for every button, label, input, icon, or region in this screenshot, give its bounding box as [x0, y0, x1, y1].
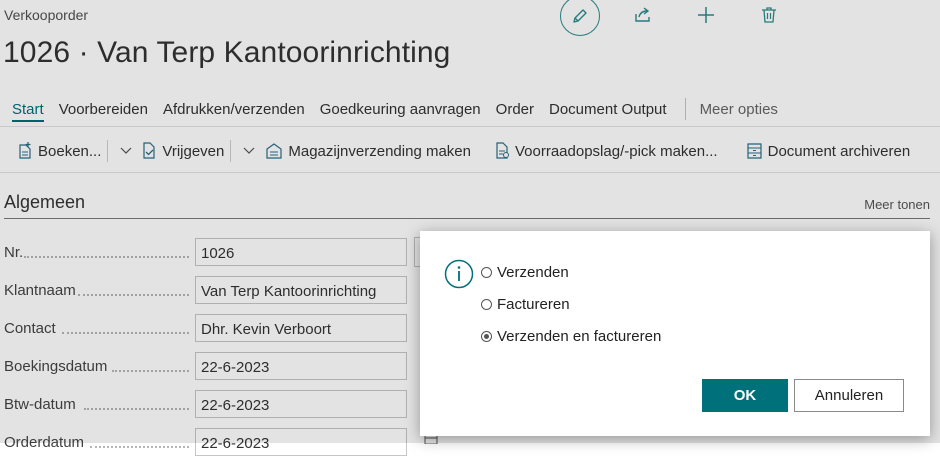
radio-button[interactable]: [481, 267, 492, 278]
option-ship-and-invoice[interactable]: Verzenden en factureren: [481, 328, 661, 345]
option-ship-and-invoice-label: Verzenden en factureren: [497, 328, 662, 345]
post-options-dialog: Verzenden Factureren Verzenden en factur…: [420, 231, 930, 436]
leader-dots: [90, 446, 189, 448]
option-invoice[interactable]: Factureren: [481, 296, 570, 313]
option-ship-label: Verzenden: [497, 264, 569, 281]
option-ship[interactable]: Verzenden: [481, 264, 569, 281]
radio-button[interactable]: [481, 299, 492, 310]
radio-button-selected[interactable]: [481, 331, 492, 342]
cancel-button[interactable]: Annuleren: [794, 379, 904, 412]
info-icon: [444, 259, 474, 289]
ok-button[interactable]: OK: [702, 379, 788, 412]
option-invoice-label: Factureren: [497, 296, 570, 313]
